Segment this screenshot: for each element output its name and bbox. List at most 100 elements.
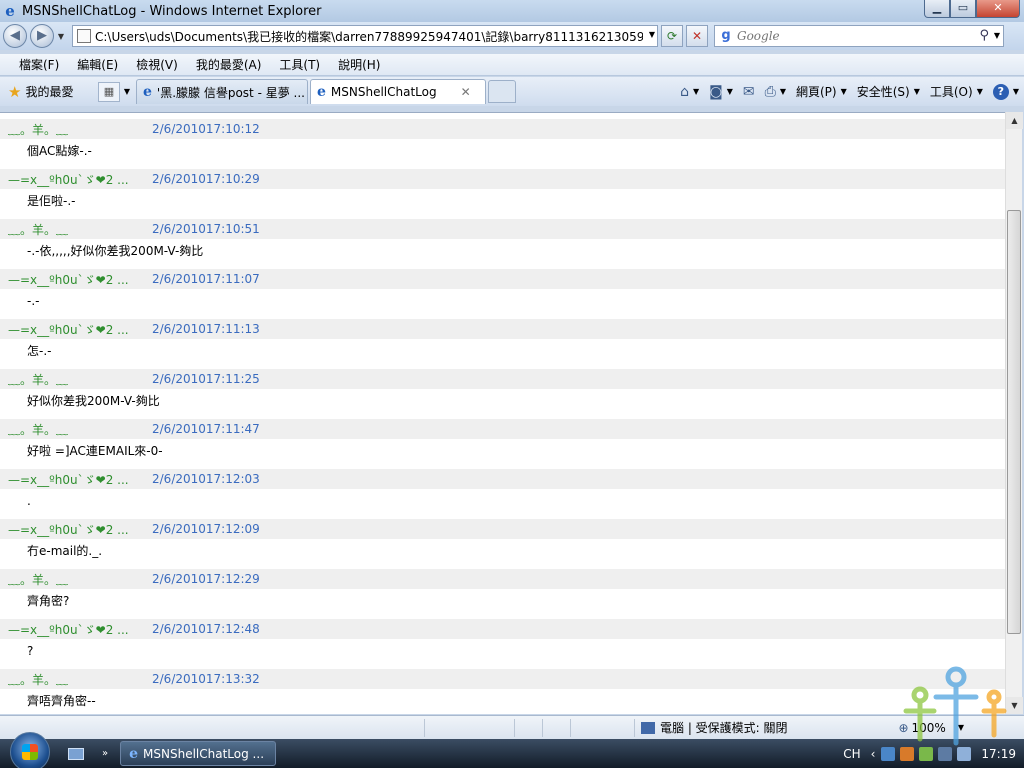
taskbar-item-ie[interactable]: e MSNShellChatLog ... xyxy=(120,741,277,766)
print-button[interactable]: ⎙ ▼ xyxy=(760,84,791,100)
home-button[interactable]: ⌂ ▼ xyxy=(675,84,704,100)
close-tab-icon[interactable]: ✕ xyxy=(461,85,471,99)
address-url[interactable]: C:\Users\uds\Documents\我已接收的檔案\darren778… xyxy=(95,28,643,45)
message-timestamp: 2/6/201017:10:29 xyxy=(152,172,260,186)
tab-label: '黑.朦朦 信譽post - 星夢 ... xyxy=(156,85,305,100)
message-text: 是佢啦-.- xyxy=(27,194,76,208)
safety-menu-button[interactable]: 安全性(S) ▼ xyxy=(852,83,925,100)
minimize-button[interactable]: ▁ xyxy=(924,0,950,18)
status-segment xyxy=(543,718,571,737)
history-dropdown-icon[interactable]: ▼ xyxy=(54,32,68,41)
computer-icon xyxy=(641,721,655,734)
stop-button[interactable]: ✕ xyxy=(686,25,708,47)
message-text: 好似你差我200M-V-夠比 xyxy=(27,394,160,408)
message-sender: —=x__ºh0u`ゞ❤2 ... xyxy=(8,272,129,287)
tab-bar: ★ 我的最愛 ▦ ▼ e '黑.朦朦 信譽post - 星夢 ... e MSN… xyxy=(0,77,1024,106)
message-sender: ﹏。羊。﹏ xyxy=(8,572,69,587)
tab-list-dropdown-icon[interactable]: ▼ xyxy=(120,87,134,96)
network-icon[interactable] xyxy=(881,746,896,761)
menu-tools[interactable]: 工具(T) xyxy=(270,56,329,73)
mail-icon: ✉ xyxy=(742,83,755,100)
scroll-thumb[interactable] xyxy=(1007,210,1021,634)
home-icon: ⌂ xyxy=(680,83,689,100)
message-header: ﹏。羊。﹏ 2/6/201017:11:47 xyxy=(0,419,1005,439)
search-input[interactable] xyxy=(737,29,967,43)
message-text: 齊角密? xyxy=(27,594,70,608)
zone-label: 電腦 | 受保護模式: 關閉 xyxy=(660,721,788,735)
menu-view[interactable]: 檢視(V) xyxy=(127,56,187,73)
status-text-segment xyxy=(0,718,425,737)
google-logo-icon: g xyxy=(718,28,734,44)
address-bar[interactable]: C:\Users\uds\Documents\我已接收的檔案\darren778… xyxy=(72,25,658,47)
page-menu-button[interactable]: 網頁(P) ▼ xyxy=(791,83,852,100)
message-text: 怎-.- xyxy=(27,344,52,358)
chat-log: ﹏。羊。﹏ 2/6/201017:10:12 個AC點嫁-.- —=x__ºh0u`ゞ… xyxy=(0,112,1005,714)
new-tab-button[interactable] xyxy=(488,80,516,103)
ie-page-icon: e xyxy=(317,84,326,100)
language-indicator[interactable]: CH xyxy=(843,747,860,761)
message-timestamp: 2/6/201017:12:03 xyxy=(152,472,260,486)
printer-icon: ⎙ xyxy=(764,83,776,100)
search-box[interactable]: g ⚲ ▼ xyxy=(714,25,1004,47)
forward-button[interactable]: ▶ xyxy=(30,24,54,48)
message-header: ﹏。羊。﹏ 2/6/201017:12:29 xyxy=(0,569,1005,589)
message-header: —=x__ºh0u`ゞ❤2 ... 2/6/201017:10:29 xyxy=(0,169,1005,189)
back-button[interactable]: ◀ xyxy=(3,24,27,48)
rss-icon: ◙ xyxy=(709,83,723,100)
message-text: 冇e-mail的._. xyxy=(27,544,103,558)
status-bar: 電腦 | 受保護模式: 關閉 ⊕ 100% ▼ xyxy=(0,715,1024,739)
status-segment xyxy=(571,718,635,737)
message-text: 齊唔齊角密-- xyxy=(27,694,96,708)
quick-tabs-icon[interactable]: ▦ xyxy=(98,81,120,102)
message-timestamp: 2/6/201017:12:09 xyxy=(152,522,260,536)
address-dropdown-icon[interactable]: ▼ xyxy=(649,30,655,39)
message-sender: —=x__ºh0u`ゞ❤2 ... xyxy=(8,322,129,337)
quick-launch-expand-icon[interactable]: » xyxy=(102,748,108,759)
tab-label: MSNShellChatLog xyxy=(330,85,437,99)
refresh-button[interactable]: ⟳ xyxy=(661,25,683,47)
ie-taskbar-icon: e xyxy=(129,745,139,762)
feeds-button[interactable]: ◙ ▼ xyxy=(704,84,738,100)
message-timestamp: 2/6/201017:11:25 xyxy=(152,372,260,386)
vertical-scrollbar[interactable]: ▲ ▼ xyxy=(1005,112,1023,714)
help-icon: ? xyxy=(992,83,1009,100)
message-header: —=x__ºh0u`ゞ❤2 ... 2/6/201017:12:09 xyxy=(0,519,1005,539)
message-sender: —=x__ºh0u`ゞ❤2 ... xyxy=(8,472,129,487)
start-button[interactable] xyxy=(10,731,50,768)
search-icon[interactable]: ⚲ xyxy=(979,28,989,43)
message-sender: —=x__ºh0u`ゞ❤2 ... xyxy=(8,172,129,187)
message-header: —=x__ºh0u`ゞ❤2 ... 2/6/201017:12:48 xyxy=(0,619,1005,639)
message-timestamp: 2/6/201017:13:32 xyxy=(152,672,260,686)
menu-edit[interactable]: 編輯(E) xyxy=(68,56,127,73)
help-menu-button[interactable]: ? ▼ xyxy=(988,83,1024,100)
status-segment xyxy=(515,718,543,737)
message-header: —=x__ºh0u`ゞ❤2 ... 2/6/201017:11:13 xyxy=(0,319,1005,339)
menu-help[interactable]: 說明(H) xyxy=(329,56,389,73)
maximize-button[interactable]: ▭ xyxy=(950,0,976,18)
tab-msnshellchatlog[interactable]: e MSNShellChatLog ✕ xyxy=(310,79,486,104)
menu-file[interactable]: 檔案(F) xyxy=(10,56,68,73)
favorites-button[interactable]: ★ 我的最愛 xyxy=(0,83,96,101)
close-button[interactable]: ✕ xyxy=(976,0,1020,18)
ie-page-icon: e xyxy=(143,84,152,100)
tab-forum[interactable]: e '黑.朦朦 信譽post - 星夢 ... xyxy=(136,79,308,104)
menu-favorites[interactable]: 我的最愛(A) xyxy=(187,56,271,73)
mail-button[interactable]: ✉ xyxy=(738,84,760,100)
tools-menu-button[interactable]: 工具(O) ▼ xyxy=(925,83,988,100)
security-zone[interactable]: 電腦 | 受保護模式: 關閉 xyxy=(641,719,788,736)
message-timestamp: 2/6/201017:12:48 xyxy=(152,622,260,636)
status-segment xyxy=(425,718,515,737)
message-sender: ﹏。羊。﹏ xyxy=(8,372,69,387)
tray-expand-icon[interactable]: ‹ xyxy=(871,747,876,761)
message-sender: ﹏。羊。﹏ xyxy=(8,122,69,137)
show-desktop-icon[interactable] xyxy=(68,747,84,760)
message-sender: —=x__ºh0u`ゞ❤2 ... xyxy=(8,622,129,637)
menu-bar: 檔案(F) 編輯(E) 檢視(V) 我的最愛(A) 工具(T) 說明(H) xyxy=(0,54,1024,76)
search-dropdown-icon[interactable]: ▼ xyxy=(994,31,1000,40)
message-timestamp: 2/6/201017:11:47 xyxy=(152,422,260,436)
message-timestamp: 2/6/201017:11:13 xyxy=(152,322,260,336)
scroll-up-icon[interactable]: ▲ xyxy=(1006,112,1023,129)
taskbar: » e MSNShellChatLog ... CH ‹ 17:19 xyxy=(0,731,1024,768)
message-text: 好啦 =]AC連EMAIL來-0- xyxy=(27,444,163,458)
star-icon: ★ xyxy=(8,82,22,101)
